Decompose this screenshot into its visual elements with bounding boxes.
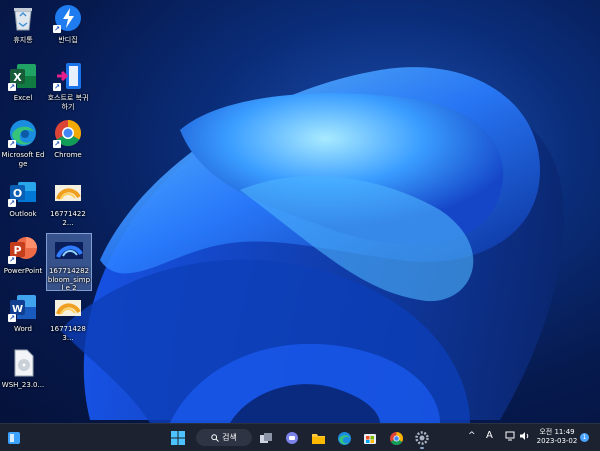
desktop-icon-bloom-image[interactable]: 167714282 bloom_simpl e 2 <box>46 233 92 292</box>
icon-label: WSH_23.0... <box>1 381 45 389</box>
recycle-bin-icon <box>8 3 38 33</box>
shortcut-arrow-icon: ↗ <box>8 314 16 322</box>
start-button[interactable] <box>168 428 188 448</box>
outlook-icon: O ↗ <box>8 177 38 207</box>
task-view-button[interactable] <box>256 428 276 448</box>
shortcut-arrow-icon: ↗ <box>53 25 61 33</box>
taskbar: 검색 ^ A 오전 11:49 2023-03-02 1 <box>0 423 600 451</box>
icon-label: 167714222... <box>50 210 86 227</box>
desktop-icon-image-3[interactable]: 167714283... <box>45 292 91 342</box>
powerpoint-icon: P ↗ <box>8 234 38 264</box>
desktop-icon-bandizip[interactable]: ↗ 반디집 <box>45 3 91 45</box>
teams-chat-button[interactable] <box>282 428 302 448</box>
word-icon: W ↗ <box>8 292 38 322</box>
taskbar-search[interactable]: 검색 <box>196 429 252 446</box>
desktop-icon-wsh-file[interactable]: WSH_23.0... <box>0 348 46 390</box>
shortcut-arrow-icon: ↗ <box>8 83 16 91</box>
desktop-icon-word[interactable]: W ↗ Word <box>0 292 46 334</box>
store-icon <box>364 434 376 444</box>
settings-button[interactable] <box>412 428 432 449</box>
shortcut-arrow-icon: ↗ <box>8 256 16 264</box>
image-thumbnail-icon <box>53 292 83 322</box>
shortcut-arrow-icon: ↗ <box>53 140 61 148</box>
desktop-icon-recycle-bin[interactable]: 휴지통 <box>0 3 46 45</box>
icon-label: Chrome <box>54 151 82 159</box>
icon-label: Outlook <box>9 210 37 218</box>
icon-label: Word <box>14 325 32 333</box>
running-indicator <box>420 447 424 449</box>
edge-icon <box>337 431 351 445</box>
desktop-icon-chrome[interactable]: ↗ Chrome <box>45 118 91 160</box>
edge-icon: ↗ <box>8 118 38 148</box>
file-explorer-button[interactable] <box>308 428 328 448</box>
task-view-icon <box>260 433 272 443</box>
chrome-icon: ↗ <box>53 118 83 148</box>
desktop-icon-edge[interactable]: ↗ Microsoft Edge <box>0 118 46 168</box>
return-to-host-icon: ↗ <box>53 61 83 91</box>
shortcut-arrow-icon: ↗ <box>8 140 16 148</box>
clock-time: 오전 11:49 <box>539 428 575 436</box>
teams-chat-icon <box>286 432 298 444</box>
disc-file-icon <box>8 348 38 378</box>
desktop-icon-powerpoint[interactable]: P ↗ PowerPoint <box>0 234 46 276</box>
store-button[interactable] <box>360 428 380 448</box>
icon-label: PowerPoint <box>3 267 43 275</box>
settings-icon <box>415 431 429 445</box>
widgets-button[interactable] <box>4 428 24 448</box>
search-label: 검색 <box>222 433 237 442</box>
chrome-icon <box>389 431 403 445</box>
search-icon <box>211 433 219 442</box>
start-icon <box>171 431 185 445</box>
image-thumbnail-icon <box>53 177 83 207</box>
bandizip-icon: ↗ <box>53 3 83 33</box>
chrome-taskbar-button[interactable] <box>386 428 406 448</box>
volume-icon[interactable] <box>519 431 530 444</box>
desktop-icon-return-to-host[interactable]: ↗ 호스트로 복귀하기 <box>45 61 91 111</box>
show-hidden-icons-button[interactable]: ^ <box>468 431 476 441</box>
icon-label: 휴지통 <box>13 36 33 44</box>
excel-icon: X ↗ <box>8 61 38 91</box>
ime-indicator[interactable]: A <box>486 430 493 441</box>
desktop-icon-image-1[interactable]: 167714222... <box>45 177 91 227</box>
network-icon[interactable] <box>505 431 516 444</box>
shortcut-arrow-icon: ↗ <box>8 199 16 207</box>
notification-badge[interactable]: 1 <box>580 433 589 442</box>
widgets-icon <box>8 432 20 444</box>
desktop-icon-excel[interactable]: X ↗ Excel <box>0 61 46 103</box>
file-explorer-icon <box>311 434 325 444</box>
icon-label: Microsoft Edge <box>1 151 45 168</box>
icon-label: 167714282 bloom_simpl e 2 <box>47 267 91 292</box>
shortcut-arrow-icon: ↗ <box>53 83 61 91</box>
desktop: 휴지통 X ↗ Excel ↗ Microsoft Edge O ↗ Outlo… <box>0 0 600 423</box>
icon-label: Excel <box>13 94 33 102</box>
desktop-icon-outlook[interactable]: O ↗ Outlook <box>0 177 46 219</box>
icon-label: 167714283... <box>50 325 86 342</box>
icon-label: 호스트로 복귀하기 <box>47 94 89 111</box>
icon-label: 반디집 <box>58 36 78 44</box>
image-thumbnail-icon <box>54 234 84 264</box>
taskbar-clock[interactable]: 오전 11:49 2023-03-02 <box>536 428 578 446</box>
clock-date: 2023-03-02 <box>536 437 578 445</box>
edge-taskbar-button[interactable] <box>334 428 354 448</box>
